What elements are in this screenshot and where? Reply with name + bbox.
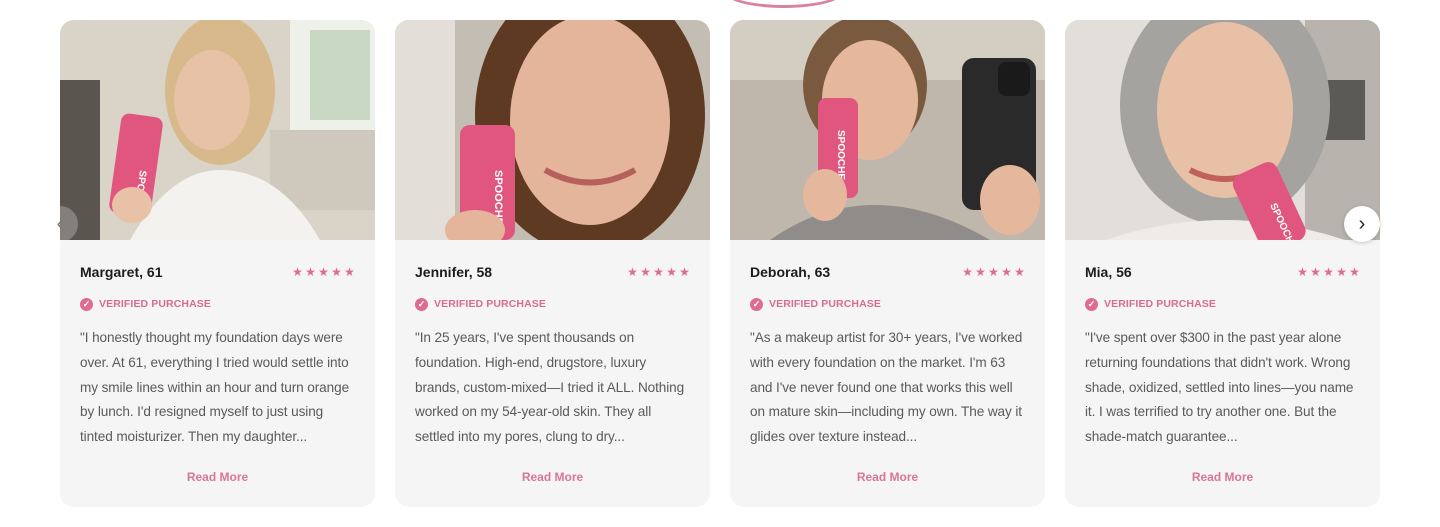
verified-badge: ✓ VERIFIED PURCHASE [80, 297, 355, 311]
check-circle-icon: ✓ [80, 297, 93, 311]
star-icon: ★ [679, 264, 690, 279]
read-more-link[interactable]: Read More [80, 470, 355, 484]
review-text: "I honestly thought my foundation days w… [80, 330, 350, 445]
check-circle-icon: ✓ [750, 297, 763, 311]
verified-label: VERIFIED PURCHASE [1104, 298, 1216, 310]
reviewer-name: Deborah, 63 [750, 263, 831, 280]
star-icon: ★ [305, 264, 316, 279]
review-text: "As a makeup artist for 30+ years, I've … [750, 330, 1023, 445]
verified-label: VERIFIED PURCHASE [769, 298, 881, 310]
reviewer-name: Jennifer, 58 [415, 263, 493, 280]
star-rating: ★ ★ ★ ★ ★ [627, 266, 690, 278]
review-card: SPOOCHE Margaret, 61 ★ ★ ★ ★ ★ ✓ VERIFIE… [60, 20, 375, 507]
star-icon: ★ [653, 264, 664, 279]
star-icon: ★ [1336, 264, 1347, 279]
chevron-left-icon: ‹ [56, 212, 64, 235]
star-icon: ★ [1323, 264, 1334, 279]
check-circle-icon: ✓ [415, 297, 428, 311]
carousel-prev-button[interactable]: ‹ [42, 206, 78, 242]
star-icon: ★ [1297, 264, 1308, 279]
read-more-link[interactable]: Read More [750, 470, 1025, 484]
star-icon: ★ [1310, 264, 1321, 279]
star-icon: ★ [962, 264, 973, 279]
verified-badge: ✓ VERIFIED PURCHASE [1085, 297, 1360, 311]
star-rating: ★ ★ ★ ★ ★ [962, 266, 1025, 278]
star-icon: ★ [666, 264, 677, 279]
star-icon: ★ [640, 264, 651, 279]
verified-badge: ✓ VERIFIED PURCHASE [750, 297, 1025, 311]
reviews-carousel: SPOOCHE Margaret, 61 ★ ★ ★ ★ ★ ✓ VERIFIE… [60, 20, 1380, 507]
star-icon: ★ [292, 264, 303, 279]
star-icon: ★ [1001, 264, 1012, 279]
review-photo: SPOOCHE [730, 20, 1045, 240]
star-icon: ★ [975, 264, 986, 279]
star-rating: ★ ★ ★ ★ ★ [292, 266, 355, 278]
review-text: "In 25 years, I've spent thousands on fo… [415, 330, 685, 445]
verified-label: VERIFIED PURCHASE [99, 298, 211, 310]
carousel-next-button[interactable]: › [1344, 206, 1380, 242]
star-icon: ★ [344, 264, 355, 279]
svg-text:SPOOCHE: SPOOCHE [835, 130, 846, 180]
reviewer-name: Mia, 56 [1085, 263, 1132, 280]
read-more-link[interactable]: Read More [415, 470, 690, 484]
star-icon: ★ [1014, 264, 1025, 279]
star-icon: ★ [318, 264, 329, 279]
chevron-right-icon: › [1358, 212, 1366, 235]
star-icon: ★ [627, 264, 638, 279]
decorative-ellipse [722, 0, 846, 8]
review-card: SPOOCHE Jennifer, 58 ★ ★ ★ ★ ★ ✓ VERIFIE… [395, 20, 710, 507]
review-photo: SPOOCHE [395, 20, 710, 240]
star-icon: ★ [988, 264, 999, 279]
review-text: "I've spent over $300 in the past year a… [1085, 330, 1354, 445]
verified-badge: ✓ VERIFIED PURCHASE [415, 297, 690, 311]
verified-label: VERIFIED PURCHASE [434, 298, 546, 310]
review-photo: SPOOCHE [60, 20, 375, 240]
check-circle-icon: ✓ [1085, 297, 1098, 311]
review-photo: SPOOCHE [1065, 20, 1380, 240]
read-more-link[interactable]: Read More [1085, 470, 1360, 484]
reviewer-name: Margaret, 61 [80, 263, 163, 280]
star-rating: ★ ★ ★ ★ ★ [1297, 266, 1360, 278]
review-card: SPOOCHE Mia, 56 ★ ★ ★ ★ ★ ✓ VERIFIED PUR… [1065, 20, 1380, 507]
star-icon: ★ [331, 264, 342, 279]
star-icon: ★ [1349, 264, 1360, 279]
review-card: SPOOCHE Deborah, 63 ★ ★ ★ ★ ★ ✓ VERIFIED… [730, 20, 1045, 507]
